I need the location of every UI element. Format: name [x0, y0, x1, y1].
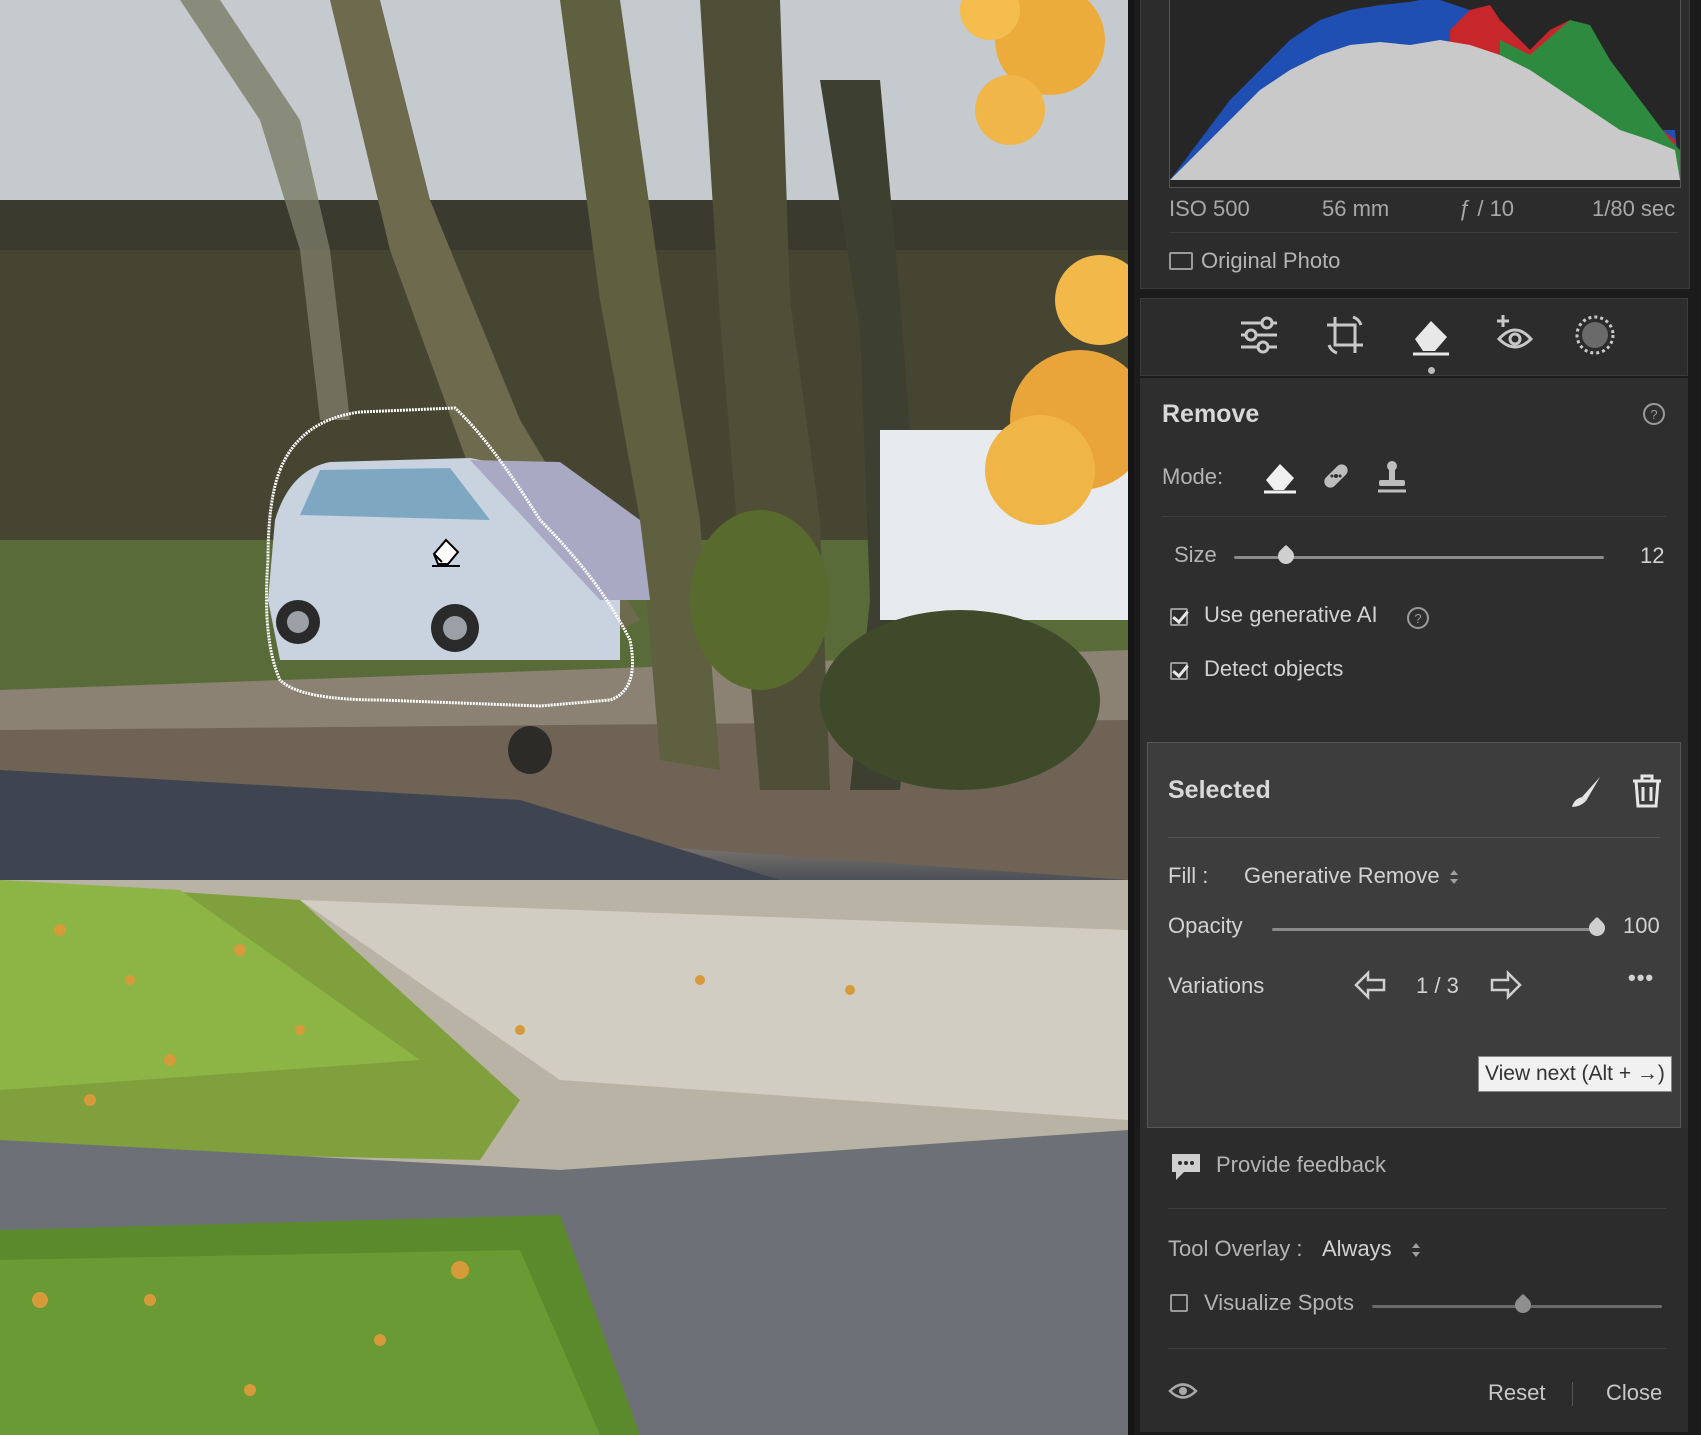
- divider: [1169, 232, 1679, 233]
- shutter-speed-value: 1/80 sec: [1592, 196, 1676, 221]
- photo-canvas[interactable]: [0, 0, 1128, 1435]
- opacity-value[interactable]: 100: [1623, 913, 1660, 939]
- size-slider-thumb[interactable]: [1274, 544, 1298, 568]
- photo-scene: [0, 0, 1128, 1435]
- panel-gap: [1140, 708, 1688, 742]
- eraser-cursor-icon: [432, 538, 460, 567]
- active-tool-indicator: [1428, 367, 1435, 374]
- close-button[interactable]: Close: [1606, 1380, 1662, 1406]
- mode-label: Mode:: [1162, 464, 1224, 489]
- variations-label: Variations: [1168, 973, 1265, 998]
- dropdown-arrows-icon[interactable]: [1448, 867, 1460, 887]
- develop-panel: ISO 500 56 mm ƒ / 10 1/80 sec Original P…: [1128, 0, 1701, 1435]
- more-options-button[interactable]: •••: [1628, 965, 1654, 991]
- trash-icon[interactable]: [1630, 773, 1664, 809]
- brush-icon[interactable]: [1568, 773, 1604, 809]
- histogram-section: ISO 500 56 mm ƒ / 10 1/80 sec Original P…: [1140, 0, 1690, 289]
- next-arrow-icon[interactable]: [1488, 969, 1524, 1001]
- provide-feedback-link[interactable]: Provide feedback: [1216, 1152, 1386, 1178]
- tool-overlay-label: Tool Overlay :: [1168, 1236, 1303, 1261]
- reset-button[interactable]: Reset: [1488, 1380, 1545, 1406]
- iso-value: ISO 500: [1169, 196, 1250, 221]
- divider: [1572, 1382, 1573, 1406]
- divider: [1168, 1208, 1666, 1209]
- visualize-spots-slider-thumb[interactable]: [1511, 1293, 1535, 1317]
- fill-dropdown[interactable]: Generative Remove: [1244, 863, 1440, 889]
- divider: [1168, 837, 1660, 838]
- focal-length-value: 56 mm: [1322, 196, 1390, 221]
- histogram: [1169, 0, 1681, 188]
- masking-icon[interactable]: [1573, 313, 1617, 357]
- divider: [1162, 516, 1666, 517]
- size-label: Size: [1174, 542, 1217, 567]
- tooltip: View next (Alt + →): [1478, 1056, 1672, 1092]
- help-icon[interactable]: ?: [1642, 402, 1666, 426]
- heal-bandage-icon[interactable]: [1318, 458, 1354, 494]
- opacity-slider-thumb[interactable]: [1585, 916, 1609, 940]
- fill-label: Fill :: [1168, 863, 1209, 888]
- detect-objects-label: Detect objects: [1204, 656, 1344, 681]
- original-photo-checkbox[interactable]: [1169, 252, 1193, 270]
- tool-strip: [1140, 298, 1688, 376]
- selected-title: Selected: [1168, 776, 1271, 804]
- eye-icon[interactable]: [1168, 1380, 1198, 1402]
- remove-eraser-icon[interactable]: [1409, 313, 1453, 357]
- size-value[interactable]: 12: [1640, 543, 1664, 569]
- remove-section: Remove ? Mode: Size 12 Use generative AI: [1140, 378, 1688, 708]
- feedback-icon[interactable]: [1168, 1150, 1204, 1184]
- crop-icon[interactable]: [1323, 313, 1367, 357]
- edit-sliders-icon[interactable]: [1237, 313, 1281, 357]
- use-generative-ai-checkbox[interactable]: [1170, 608, 1188, 626]
- tool-overlay-dropdown[interactable]: Always: [1322, 1236, 1392, 1262]
- variations-counter: 1 / 3: [1416, 973, 1459, 998]
- svg-text:?: ?: [1414, 611, 1421, 626]
- help-icon[interactable]: ?: [1406, 606, 1430, 630]
- remove-eraser-icon[interactable]: [1262, 458, 1298, 494]
- opacity-slider[interactable]: [1272, 928, 1597, 931]
- use-generative-ai-label: Use generative AI: [1204, 602, 1378, 627]
- previous-arrow-icon[interactable]: [1352, 969, 1388, 1001]
- visualize-spots-checkbox[interactable]: [1170, 1294, 1188, 1312]
- aperture-value: ƒ / 10: [1459, 196, 1515, 221]
- divider: [1168, 1348, 1666, 1349]
- original-photo-label: Original Photo: [1201, 248, 1341, 273]
- detect-objects-checkbox[interactable]: [1170, 662, 1188, 680]
- svg-text:?: ?: [1650, 407, 1657, 422]
- remove-title: Remove: [1162, 400, 1260, 428]
- dropdown-arrows-icon[interactable]: [1410, 1240, 1422, 1260]
- red-eye-icon[interactable]: [1493, 313, 1537, 357]
- bottom-section: Provide feedback Tool Overlay : Always V…: [1140, 1128, 1688, 1432]
- opacity-label: Opacity: [1168, 913, 1243, 938]
- clone-stamp-icon[interactable]: [1374, 458, 1410, 494]
- visualize-spots-label: Visualize Spots: [1204, 1290, 1355, 1315]
